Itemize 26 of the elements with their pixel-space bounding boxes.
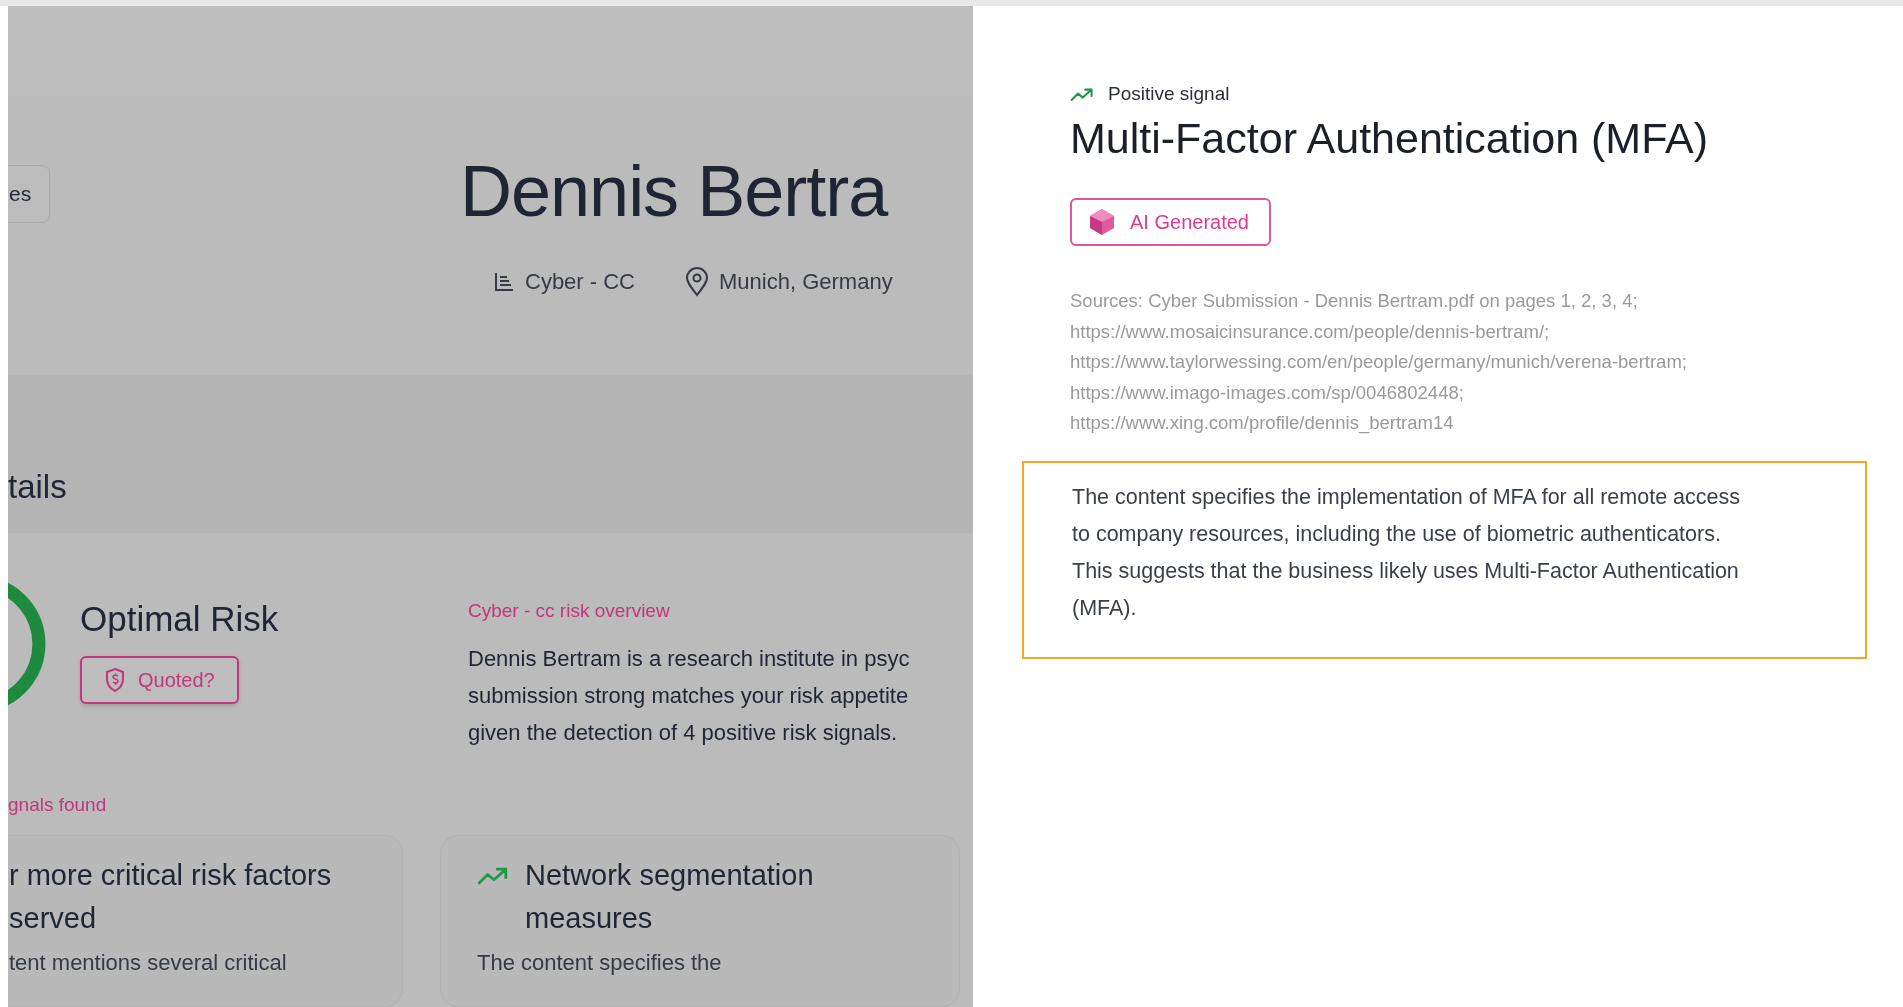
signal-description: The content specifies the	[477, 949, 722, 977]
overview-title: Cyber - cc risk overview	[468, 599, 671, 623]
profile-name: Dennis Bertra	[460, 155, 888, 227]
trend-up-icon	[477, 867, 509, 887]
signal-description: tent mentions several critical	[9, 949, 287, 977]
detail-title: Multi-Factor Authentication (MFA)	[1070, 112, 1710, 164]
signal-type: Positive signal	[1108, 82, 1230, 106]
gem-icon	[1088, 208, 1116, 237]
filter-button[interactable]: es	[8, 165, 51, 223]
signal-title: r more critical risk factors served	[9, 858, 332, 936]
signals-label: gnals found	[8, 792, 107, 817]
shield-dollar-icon	[104, 667, 126, 693]
location: Munich, Germany	[719, 268, 893, 296]
line-of-business: Cyber - CC	[525, 268, 635, 296]
detail-description: The content specifies the implementation of MFA for all remote access to company resources, including the use of biometric authenticators. This suggests that the business likely uses Multi-Factor Authentication (MFA).	[1072, 483, 1741, 622]
signal-card[interactable]: r more critical risk factors served tent mentions several critical	[8, 835, 403, 1007]
sources-text: Sources: Cyber Submission - Dennis Bertram.pdf on pages 1, 2, 3, 4; https://www.mosaicinsurance.com/people/dennis-bertram/; https://www.taylorwessing.com/en/people/germany/munich/verena-bertram; https://www.imago-images.com/sp/0046802448; https://www.xing.com/profile/dennis_bertram14	[1070, 289, 1688, 436]
risk-level: Optimal Risk	[80, 601, 280, 636]
location-pin-icon	[685, 266, 709, 297]
ai-generated-badge: AI Generated	[1070, 198, 1271, 247]
industry-icon	[493, 270, 515, 293]
trend-up-icon	[1070, 87, 1094, 103]
signal-card[interactable]: Network segmentation measures The content specifies the	[440, 835, 960, 1007]
overview-text: Dennis Bertram is a research institute in psyc submission strong matches your risk appetite given the detection of 4 positive risk signals.	[468, 644, 910, 747]
signal-title: Network segmentation measures	[525, 858, 814, 936]
section-title: tails	[8, 467, 68, 503]
